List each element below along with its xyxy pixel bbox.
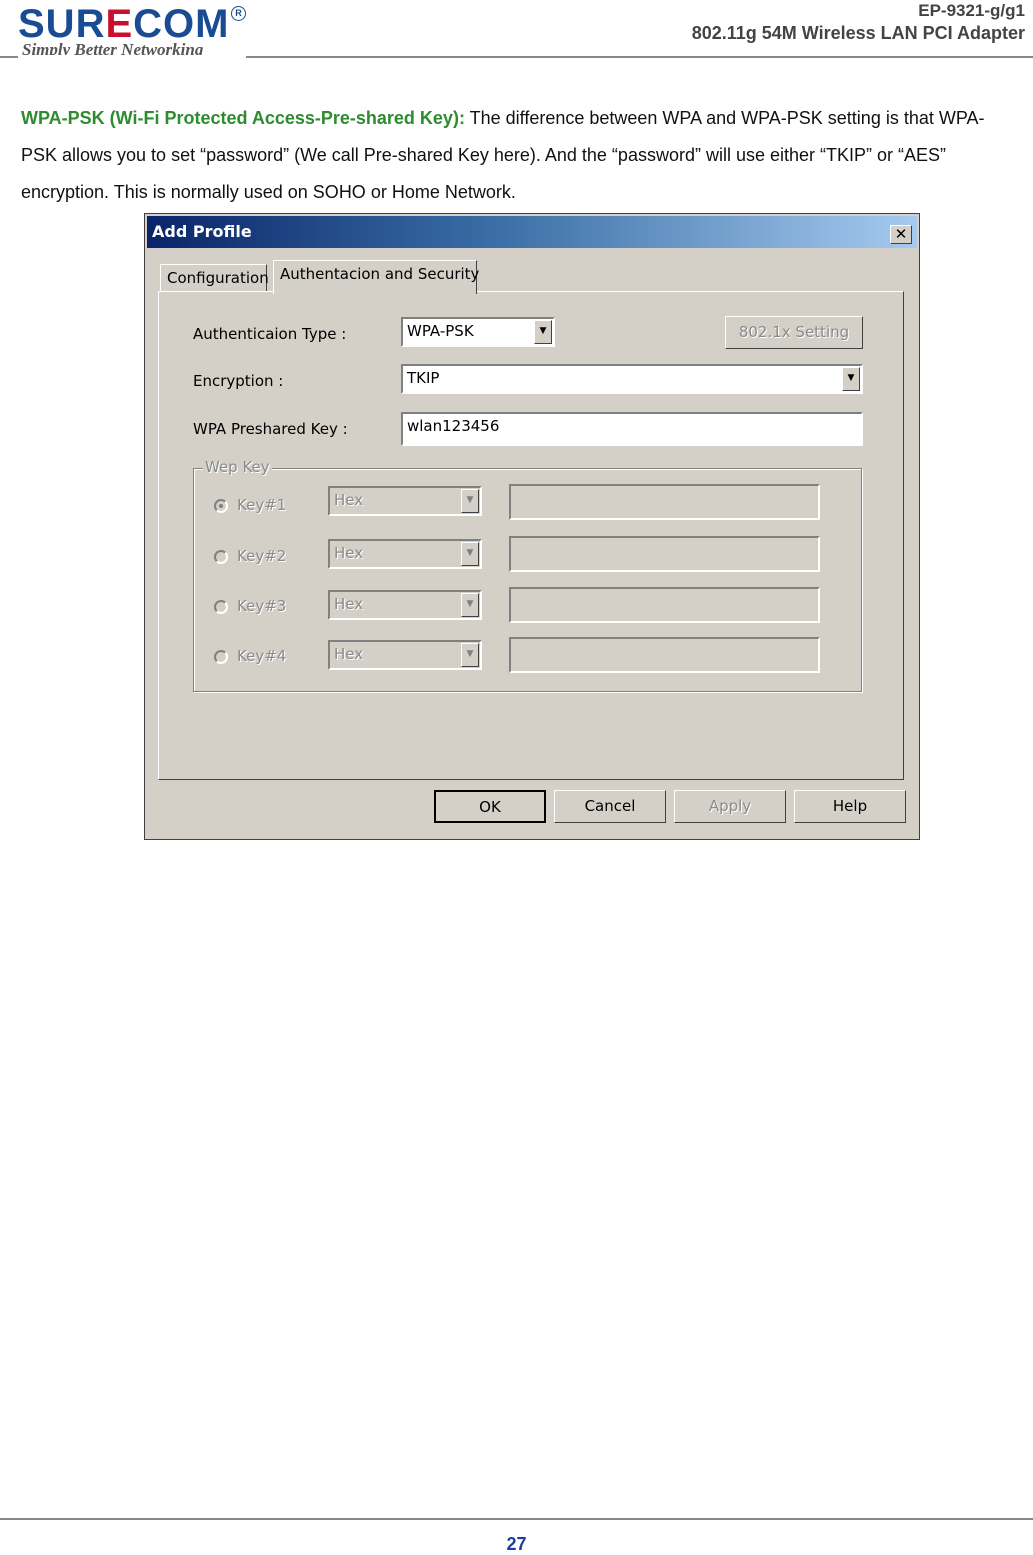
key3-label: Key#3 bbox=[237, 597, 287, 615]
key4-input[interactable] bbox=[509, 637, 820, 673]
psk-input[interactable]: wlan123456 bbox=[401, 412, 863, 446]
key2-radio[interactable] bbox=[214, 550, 228, 564]
key3-format-select[interactable]: Hex ▼ bbox=[328, 590, 482, 620]
psk-label: WPA Preshared Key : bbox=[193, 420, 348, 438]
footer-rule bbox=[0, 1518, 1033, 1520]
registered-mark-icon: R bbox=[231, 6, 246, 21]
chevron-down-icon[interactable]: ▼ bbox=[842, 367, 860, 391]
surecom-logo: SURECOM R Simply Better Networking bbox=[18, 4, 246, 60]
model-number: EP-9321-g/g1 bbox=[918, 1, 1025, 20]
document-header: EP-9321-g/g1 802.11g 54M Wireless LAN PC… bbox=[692, 0, 1025, 44]
logo-wordmark: SURECOM bbox=[18, 2, 230, 46]
body-paragraph: WPA-PSK (Wi-Fi Protected Access-Pre-shar… bbox=[21, 100, 1011, 211]
dialog-titlebar: Add Profile ✕ bbox=[147, 216, 917, 248]
key3-radio[interactable] bbox=[214, 600, 228, 614]
term-heading: WPA-PSK (Wi-Fi Protected Access-Pre-shar… bbox=[21, 108, 465, 128]
key1-label: Key#1 bbox=[237, 496, 287, 514]
key4-radio[interactable] bbox=[214, 650, 228, 664]
auth-type-select[interactable]: WPA-PSK ▼ bbox=[401, 317, 555, 347]
chevron-down-icon[interactable]: ▼ bbox=[461, 593, 479, 617]
encryption-select[interactable]: TKIP ▼ bbox=[401, 364, 863, 394]
auth-type-label: Authenticaion Type : bbox=[193, 325, 347, 343]
key2-input[interactable] bbox=[509, 536, 820, 572]
chevron-down-icon[interactable]: ▼ bbox=[534, 320, 552, 344]
key1-radio[interactable] bbox=[214, 499, 228, 513]
key1-format-select[interactable]: Hex ▼ bbox=[328, 486, 482, 516]
chevron-down-icon[interactable]: ▼ bbox=[461, 542, 479, 566]
chevron-down-icon[interactable]: ▼ bbox=[461, 489, 479, 513]
key4-label: Key#4 bbox=[237, 647, 287, 665]
dialog-title: Add Profile bbox=[152, 222, 252, 241]
key1-input[interactable] bbox=[509, 484, 820, 520]
chevron-down-icon[interactable]: ▼ bbox=[461, 643, 479, 667]
help-button[interactable]: Help bbox=[794, 790, 906, 823]
key2-label: Key#2 bbox=[237, 547, 287, 565]
wep-key-group-title: Wep Key bbox=[203, 458, 272, 476]
apply-button[interactable]: Apply bbox=[674, 790, 786, 823]
tab-configuration[interactable]: Configuration bbox=[160, 264, 269, 292]
8021x-setting-button[interactable]: 802.1x Setting bbox=[725, 316, 863, 349]
key3-input[interactable] bbox=[509, 587, 820, 623]
add-profile-dialog: Add Profile ✕ Configuration Authentacion… bbox=[144, 213, 920, 840]
tab-authentication-security[interactable]: Authentacion and Security bbox=[273, 260, 479, 294]
cancel-button[interactable]: Cancel bbox=[554, 790, 666, 823]
product-name: 802.11g 54M Wireless LAN PCI Adapter bbox=[691, 23, 1025, 43]
encryption-label: Encryption : bbox=[193, 372, 284, 390]
wep-key-group: Wep Key Key#1 Hex ▼ Key#2 Hex ▼ Key#3 He… bbox=[193, 458, 862, 692]
ok-button[interactable]: OK bbox=[434, 790, 546, 823]
key4-format-select[interactable]: Hex ▼ bbox=[328, 640, 482, 670]
close-icon[interactable]: ✕ bbox=[890, 225, 912, 244]
key2-format-select[interactable]: Hex ▼ bbox=[328, 539, 482, 569]
